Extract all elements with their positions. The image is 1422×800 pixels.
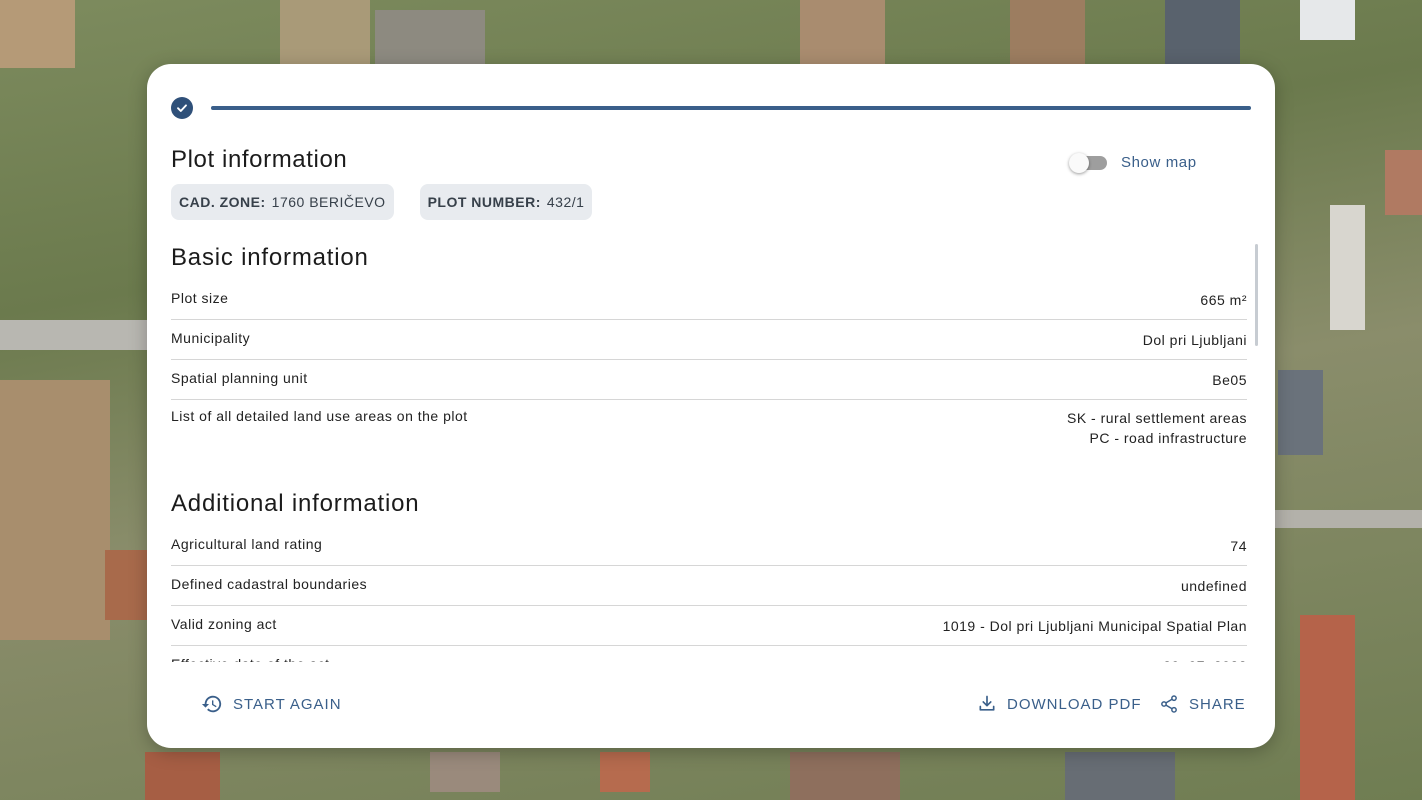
row-label: List of all detailed land use areas on t… <box>171 408 468 424</box>
field-patch <box>0 0 75 68</box>
start-again-label[interactable]: START AGAIN <box>233 696 342 713</box>
row-value: 74 <box>592 526 1247 566</box>
roof-patch <box>1300 0 1355 40</box>
table-row: Effective date of the act 20. 07. 2022 <box>171 646 1247 662</box>
chip-key: PLOT NUMBER: <box>427 194 541 210</box>
road-patch <box>0 320 147 350</box>
table-row: List of all detailed land use areas on t… <box>171 400 1247 457</box>
field-patch <box>800 0 885 64</box>
table-row: Municipality Dol pri Ljubljani <box>171 319 1247 360</box>
share-label[interactable]: SHARE <box>1189 696 1246 713</box>
chip-value: 1760 BERIČEVO <box>271 194 386 210</box>
show-map-label[interactable]: Show map <box>1121 154 1197 171</box>
land-use-item: PC - road infrastructure <box>1089 430 1247 446</box>
plot-info-card: Plot information Show map CAD. ZONE: 176… <box>147 64 1275 748</box>
info-scroll-area[interactable]: Basic information Plot size 665 m² Munic… <box>171 242 1247 662</box>
table-row: Plot size 665 m² <box>171 280 1247 320</box>
field-patch <box>280 0 370 64</box>
field-patch <box>1010 0 1085 64</box>
check-circle-icon <box>171 97 193 119</box>
row-label: Spatial planning unit <box>171 359 841 400</box>
table-row: Valid zoning act 1019 - Dol pri Ljubljan… <box>171 605 1247 646</box>
stepper <box>171 97 1251 119</box>
show-map-toggle[interactable]: Show map <box>1069 152 1197 173</box>
row-value: Dol pri Ljubljani <box>840 319 1247 360</box>
plot-chips: CAD. ZONE: 1760 BERIČEVO PLOT NUMBER: 43… <box>171 184 593 220</box>
roof-patch <box>105 550 147 620</box>
chip-key: CAD. ZONE: <box>179 194 266 210</box>
download-pdf-button[interactable]: DOWNLOAD PDF <box>967 688 1152 720</box>
roof-patch <box>1165 0 1240 64</box>
roof-patch <box>790 752 900 800</box>
basic-info-heading: Basic information <box>171 244 369 271</box>
roof-patch <box>145 752 220 800</box>
scrollbar[interactable] <box>1255 244 1258 346</box>
row-value: 20. 07. 2022 <box>593 646 1247 662</box>
row-value: Be05 <box>840 359 1247 400</box>
row-label: Plot size <box>171 280 841 320</box>
roof-patch <box>1278 370 1323 455</box>
roof-patch <box>600 752 650 792</box>
road-patch <box>1275 510 1422 528</box>
land-use-item: SK - rural settlement areas <box>1066 410 1247 426</box>
plot-number-chip: PLOT NUMBER: 432/1 <box>419 184 593 220</box>
roof-patch <box>1330 205 1365 330</box>
row-label: Agricultural land rating <box>171 526 593 566</box>
field-patch <box>0 380 110 640</box>
row-value: 665 m² <box>840 280 1247 320</box>
progress-bar <box>211 106 1251 110</box>
table-row: Agricultural land rating 74 <box>171 526 1247 566</box>
share-button[interactable]: SHARE <box>1149 688 1256 720</box>
row-value: undefined <box>592 565 1247 606</box>
additional-info-table: Agricultural land rating 74 Defined cada… <box>171 526 1247 662</box>
roof-patch <box>430 752 500 792</box>
additional-info-heading: Additional information <box>171 490 420 517</box>
page-title: Plot information <box>171 146 348 173</box>
history-icon <box>201 695 222 713</box>
basic-info-table: Plot size 665 m² Municipality Dol pri Lj… <box>171 280 1247 456</box>
row-label: Effective date of the act <box>171 646 593 662</box>
table-row: Spatial planning unit Be05 <box>171 359 1247 400</box>
table-row: Defined cadastral boundaries undefined <box>171 565 1247 606</box>
toggle-track[interactable] <box>1069 152 1107 173</box>
chip-value: 432/1 <box>546 194 585 210</box>
row-value: SK - rural settlement areas PC - road in… <box>841 400 1247 457</box>
row-label: Defined cadastral boundaries <box>171 565 593 606</box>
share-icon <box>1161 695 1177 713</box>
roof-patch <box>375 10 485 64</box>
row-label: Municipality <box>171 319 841 360</box>
roof-patch <box>1065 752 1175 800</box>
start-again-button[interactable]: START AGAIN <box>191 688 352 720</box>
download-icon <box>979 695 995 711</box>
download-pdf-label[interactable]: DOWNLOAD PDF <box>1007 696 1142 713</box>
toggle-thumb[interactable] <box>1069 152 1089 173</box>
row-value: 1019 - Dol pri Ljubljani Municipal Spati… <box>592 605 1247 646</box>
roof-patch <box>1300 615 1355 800</box>
cad-zone-chip: CAD. ZONE: 1760 BERIČEVO <box>171 184 394 220</box>
action-bar: START AGAIN DOWNLOAD PDF SHARE <box>147 688 1275 720</box>
progress-fill <box>211 106 1251 110</box>
roof-patch <box>1385 150 1422 215</box>
row-label: Valid zoning act <box>171 605 593 646</box>
